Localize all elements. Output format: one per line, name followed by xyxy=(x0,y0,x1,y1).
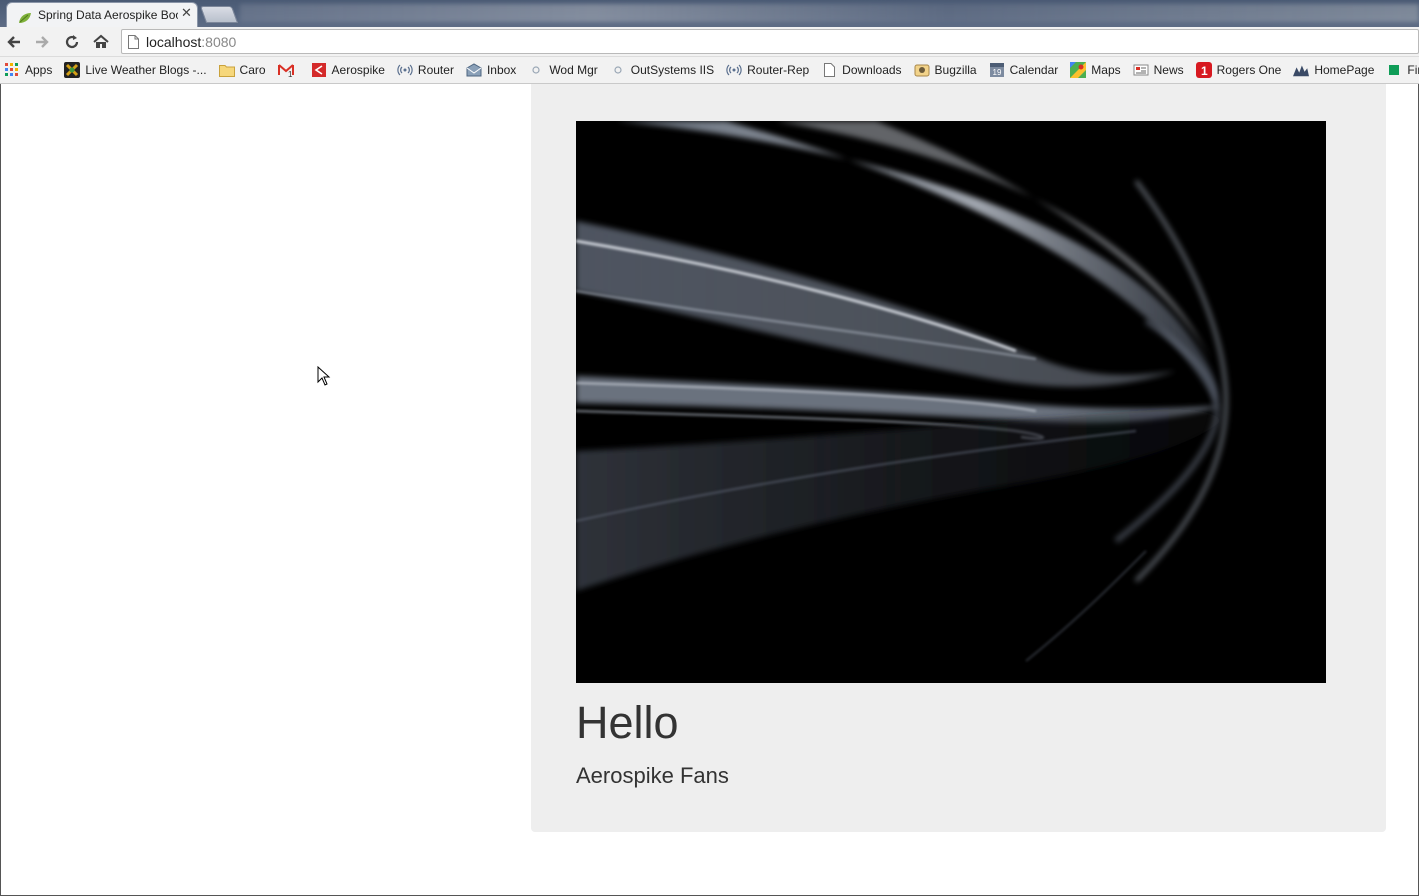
bookmark-finance[interactable]: Finance xyxy=(1386,62,1419,78)
blurred-background xyxy=(240,4,1419,22)
maps-icon xyxy=(1070,62,1087,78)
aerospike-icon xyxy=(311,62,327,78)
address-bar[interactable]: localhost:8080 xyxy=(121,29,1419,54)
tab-close-icon[interactable]: ✕ xyxy=(181,6,192,21)
bookmark-label: Rogers One xyxy=(1216,63,1282,77)
forward-button[interactable] xyxy=(32,32,52,52)
bookmark-live-weather[interactable]: Live Weather Blogs -... xyxy=(64,62,207,78)
globe-icon xyxy=(528,62,544,78)
homepage-icon xyxy=(1293,62,1310,78)
bookmark-caro[interactable]: Caro xyxy=(218,62,266,78)
finance-icon xyxy=(1386,62,1402,78)
bookmark-maps[interactable]: Maps xyxy=(1070,62,1121,78)
back-button[interactable] xyxy=(4,32,24,52)
url-host: localhost xyxy=(146,34,202,50)
tab-strip: Spring Data Aerospike Boo ✕ xyxy=(0,0,1419,27)
router-icon xyxy=(397,62,413,78)
tab-title: Spring Data Aerospike Boo xyxy=(38,8,178,22)
bookmark-label: Calendar xyxy=(1009,63,1059,77)
bookmark-label: Bugzilla xyxy=(934,63,977,77)
bookmark-wod-mgr[interactable]: Wod Mgr xyxy=(528,62,598,78)
svg-text:1: 1 xyxy=(1201,64,1208,78)
folder-icon xyxy=(218,62,235,78)
url-text: localhost:8080 xyxy=(146,34,236,50)
reload-button[interactable] xyxy=(62,32,82,52)
weather-icon xyxy=(64,62,81,78)
home-icon xyxy=(93,34,109,48)
bookmark-outsystems[interactable]: OutSystems IIS xyxy=(610,62,714,78)
bookmark-label: Wod Mgr xyxy=(549,63,598,77)
gmail-icon: 1 xyxy=(277,62,294,78)
reload-icon xyxy=(65,35,79,49)
bookmark-label: Aerospike xyxy=(331,63,385,77)
url-port: :8080 xyxy=(201,34,237,50)
bookmark-inbox[interactable]: Inbox xyxy=(466,62,516,78)
svg-text:1: 1 xyxy=(288,70,293,77)
light-streaks-image xyxy=(576,121,1326,683)
hero-image xyxy=(576,121,1326,683)
bookmark-label: Finance xyxy=(1407,63,1419,77)
bookmark-gmail[interactable]: 1 xyxy=(277,62,299,78)
bookmark-label: Maps xyxy=(1091,63,1121,77)
bookmark-router[interactable]: Router xyxy=(397,62,454,78)
rogers-icon: 1 xyxy=(1195,62,1212,78)
inbox-icon xyxy=(466,62,482,78)
spring-leaf-icon xyxy=(18,9,32,23)
bookmark-downloads[interactable]: Downloads xyxy=(821,62,902,78)
bookmark-label: Downloads xyxy=(842,63,902,77)
bookmark-label: Live Weather Blogs -... xyxy=(85,63,207,77)
tab-active[interactable]: Spring Data Aerospike Boo ✕ xyxy=(6,2,198,27)
jumbotron: Hello Aerospike Fans xyxy=(531,84,1386,832)
router-icon xyxy=(726,62,742,78)
bugzilla-icon xyxy=(914,62,930,78)
page-subheading: Aerospike Fans xyxy=(576,763,729,788)
bookmark-aerospike[interactable]: Aerospike xyxy=(311,62,385,78)
bookmarks-bar: Apps Live Weather Blogs -... Caro 1 Aero… xyxy=(0,57,1419,84)
bookmark-label: Router-Rep xyxy=(747,63,810,77)
page-icon xyxy=(821,62,837,78)
bookmark-bugzilla[interactable]: Bugzilla xyxy=(914,62,977,78)
back-arrow-icon xyxy=(7,36,20,48)
page-viewport: Hello Aerospike Fans xyxy=(0,84,1419,896)
page-icon xyxy=(128,34,139,53)
bookmark-label: Inbox xyxy=(486,63,517,77)
bookmark-label: HomePage xyxy=(1314,63,1375,77)
bookmark-label: News xyxy=(1153,63,1184,77)
bookmark-news[interactable]: News xyxy=(1133,62,1184,78)
bookmark-homepage[interactable]: HomePage xyxy=(1293,62,1374,78)
bookmark-apps[interactable]: Apps xyxy=(4,62,52,78)
page-heading: Hello xyxy=(576,697,679,748)
globe-icon xyxy=(610,62,626,78)
home-button[interactable] xyxy=(91,32,111,52)
forward-arrow-icon xyxy=(36,36,49,48)
apps-grid-icon xyxy=(4,62,20,78)
bookmark-label: OutSystems IIS xyxy=(630,63,715,77)
bookmark-label: Caro xyxy=(239,63,266,77)
calendar-icon: 19 xyxy=(989,62,1005,78)
toolbar: localhost:8080 xyxy=(0,27,1419,57)
news-icon xyxy=(1133,62,1149,78)
bookmark-calendar[interactable]: 19 Calendar xyxy=(989,62,1059,78)
svg-text:19: 19 xyxy=(992,68,1001,77)
bookmark-label: Apps xyxy=(25,63,53,77)
new-tab-button[interactable] xyxy=(199,6,239,23)
bookmark-label: Router xyxy=(417,63,454,77)
bookmark-rogers-one[interactable]: 1 Rogers One xyxy=(1195,62,1282,78)
mouse-cursor-icon xyxy=(317,365,331,390)
bookmark-router-rep[interactable]: Router-Rep xyxy=(726,62,809,78)
